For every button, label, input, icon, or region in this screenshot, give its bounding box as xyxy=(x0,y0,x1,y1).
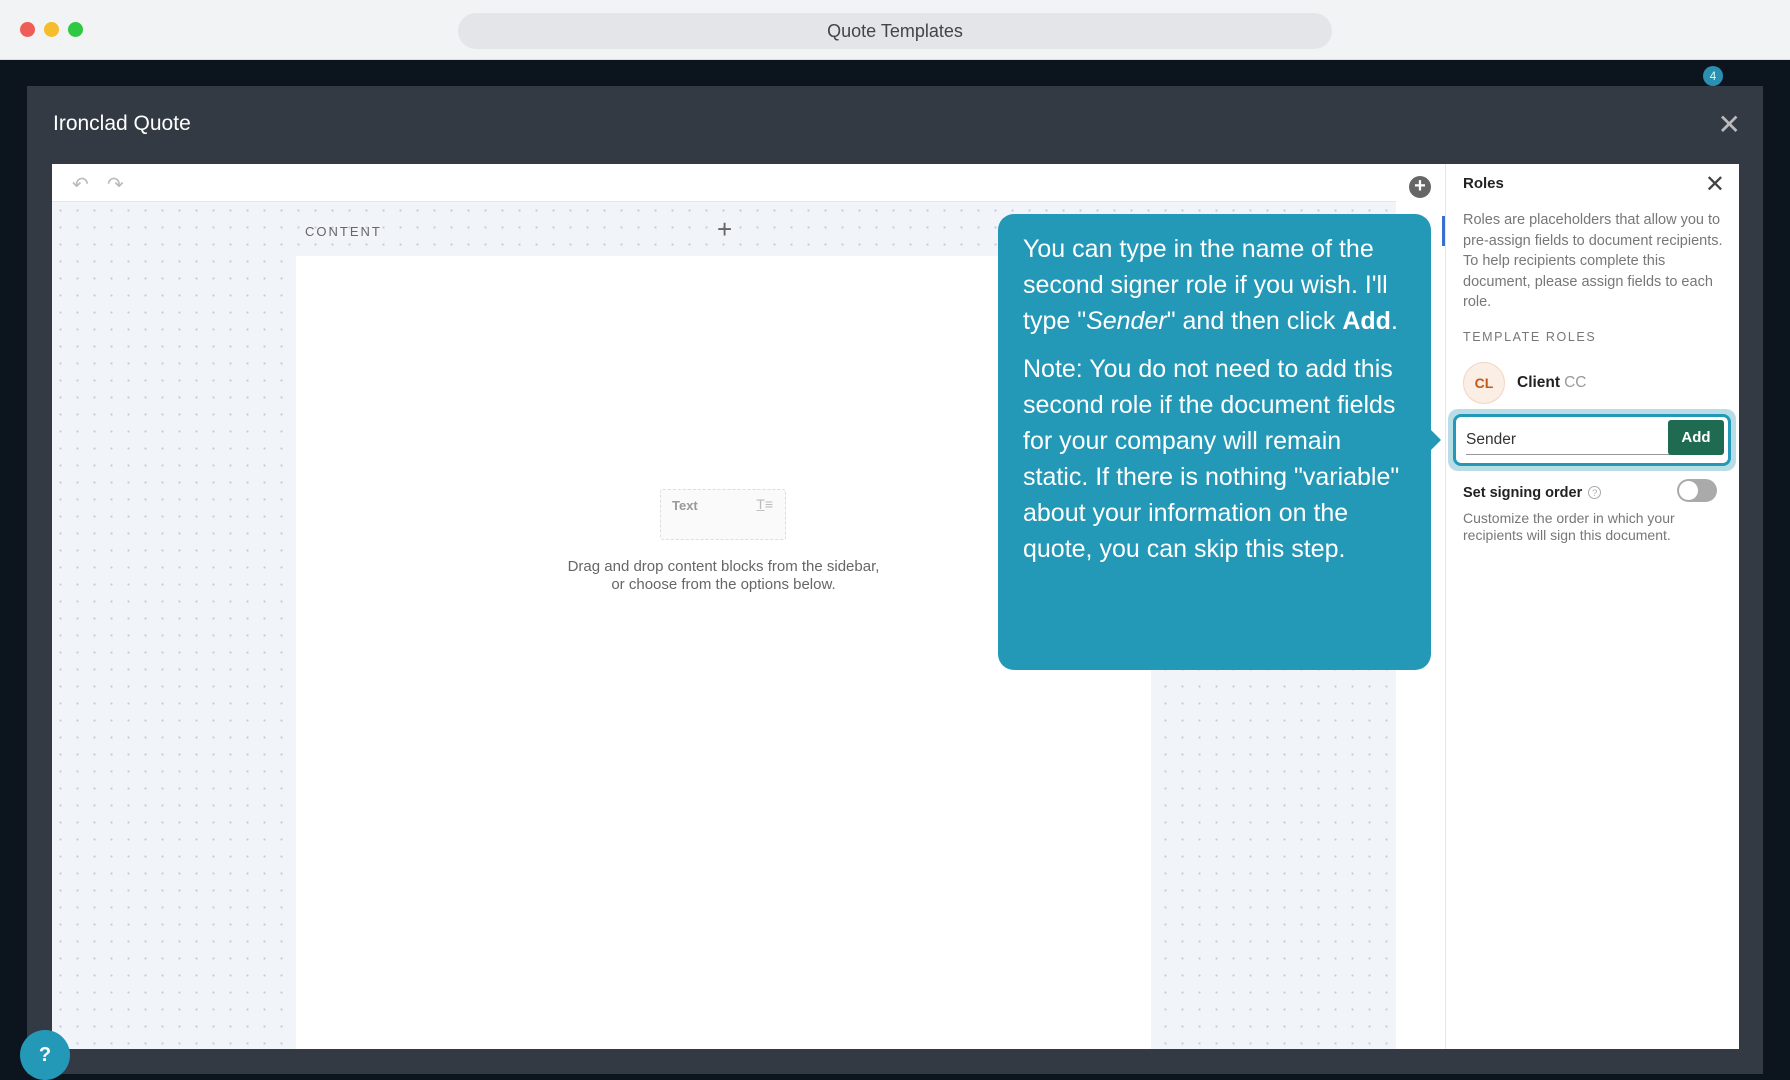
window-titlebar: Quote Templates xyxy=(0,0,1790,60)
signing-order-text: Set signing order xyxy=(1463,485,1583,501)
text-format-icon: T̲≡ xyxy=(756,496,773,512)
roles-description: Roles are placeholders that allow you to… xyxy=(1463,212,1723,310)
drag-drop-hint: Drag and drop content blocks from the si… xyxy=(496,558,951,594)
content-label: CONTENT xyxy=(305,224,382,239)
hint-line: Drag and drop content blocks from the si… xyxy=(567,558,880,575)
redo-icon[interactable]: ↷ xyxy=(107,172,124,197)
notification-badge: 4 xyxy=(1703,66,1723,86)
add-role-button[interactable]: Add xyxy=(1668,420,1724,455)
plus-circle-icon[interactable]: + xyxy=(1409,176,1431,198)
walkthrough-tooltip: You can type in the name of the second s… xyxy=(998,214,1441,670)
minimize-window-button[interactable] xyxy=(44,22,59,37)
template-modal: Ironclad Quote ✕ ↶ ↷ CONTENT + Text T̲≡ … xyxy=(27,86,1763,1074)
close-window-button[interactable] xyxy=(20,22,35,37)
tooltip-paragraph: You can type in the name of the second s… xyxy=(1023,231,1406,339)
avatar: CL xyxy=(1463,362,1505,404)
help-button[interactable]: ? xyxy=(20,1030,70,1080)
signing-order-description: Customize the order in which your recipi… xyxy=(1463,510,1675,543)
new-role-highlight: Add xyxy=(1448,409,1736,471)
maximize-window-button[interactable] xyxy=(68,22,83,37)
text-block-label: Text xyxy=(672,498,698,513)
new-role-form: Add xyxy=(1453,414,1731,466)
template-roles-heading: TEMPLATE ROLES xyxy=(1463,330,1597,344)
text-block-placeholder[interactable]: Text T̲≡ xyxy=(660,489,786,540)
tooltip-text: " and then click xyxy=(1166,307,1343,335)
modal-title: Ironclad Quote xyxy=(53,112,191,135)
signing-order-toggle[interactable] xyxy=(1677,479,1717,502)
role-type: CC xyxy=(1564,374,1587,391)
role-item[interactable]: Client CC xyxy=(1517,374,1586,392)
add-content-icon[interactable]: + xyxy=(717,214,732,245)
signing-order-label: Set signing order? xyxy=(1463,485,1602,501)
tooltip-text: . xyxy=(1390,307,1398,335)
role-name: Client xyxy=(1517,374,1561,391)
tooltip-strong: Add xyxy=(1342,307,1391,335)
editor: ↶ ↷ CONTENT + Text T̲≡ Drag and drop con… xyxy=(52,164,1739,1049)
roles-panel: Roles ✕ Roles are placeholders that allo… xyxy=(1446,164,1739,1049)
active-indicator xyxy=(1442,216,1445,246)
roles-close-icon[interactable]: ✕ xyxy=(1705,170,1725,199)
tooltip-note: Note: You do not need to add this second… xyxy=(1023,355,1400,563)
hint-line: or choose from the options below. xyxy=(611,576,836,593)
window-title: Quote Templates xyxy=(458,13,1332,49)
role-name-input[interactable] xyxy=(1466,425,1670,455)
help-circle-icon[interactable]: ? xyxy=(1588,486,1602,499)
editor-toolbar: ↶ ↷ xyxy=(52,164,1396,202)
tooltip-emphasis: Sender xyxy=(1086,307,1167,335)
roles-title: Roles xyxy=(1463,175,1504,192)
undo-icon[interactable]: ↶ xyxy=(72,172,89,197)
modal-close-icon[interactable]: ✕ xyxy=(1718,108,1741,141)
